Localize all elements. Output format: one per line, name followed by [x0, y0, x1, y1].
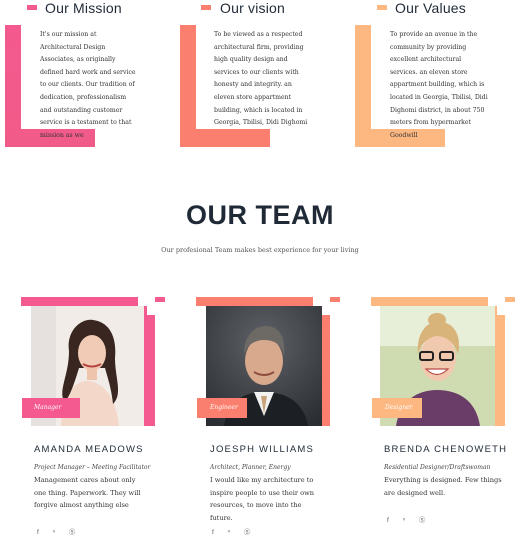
values-accent-bar: [377, 5, 387, 10]
vision-accent-bar: [201, 5, 211, 10]
skype-icon[interactable]: Ⓢ: [419, 514, 426, 524]
twitter-icon[interactable]: ᵛ: [403, 517, 405, 524]
member-social: f ᵛ Ⓢ: [387, 514, 439, 524]
mission-text: It's our mission at Architectural Design…: [40, 31, 136, 139]
values-title: Our Values: [395, 0, 466, 16]
member-description: Everything is designed. Few things are d…: [384, 476, 502, 497]
team-subtitle: Our profesional Team makes best experien…: [161, 246, 359, 254]
member-name: AMANDA MEADOWS: [34, 444, 144, 455]
member-name: JOESPH WILLIAMS: [210, 444, 315, 455]
member-name: BRENDA CHENOWETH: [384, 444, 508, 455]
vision-title: Our vision: [220, 0, 286, 16]
skype-icon[interactable]: Ⓢ: [69, 526, 76, 536]
member-description: I would like my architecture to inspire …: [210, 476, 314, 522]
skype-icon[interactable]: Ⓢ: [244, 526, 251, 536]
values-text: To provide an avenue in the community by…: [390, 31, 488, 139]
mission-title: Our Mission: [45, 0, 122, 16]
vision-text: To be viewed as a respected architectura…: [214, 31, 308, 127]
twitter-icon[interactable]: ᵛ: [228, 529, 230, 536]
member-role: Residential Designer/Draftswoman: [384, 464, 491, 471]
member-tag: Manager: [34, 404, 62, 411]
member-social: f ᵛ Ⓢ: [212, 526, 264, 536]
member-role: Project Manager – Meeting Facilitator: [34, 464, 151, 471]
facebook-icon[interactable]: f: [37, 529, 39, 536]
member-social: f ᵛ Ⓢ: [37, 526, 89, 536]
member-description: Management cares about only one thing. P…: [34, 476, 141, 509]
facebook-icon[interactable]: f: [387, 517, 389, 524]
member-tag: Designer: [385, 404, 413, 411]
mission-accent-bar: [27, 5, 37, 10]
member-tag: Engineer: [210, 404, 238, 411]
facebook-icon[interactable]: f: [212, 529, 214, 536]
twitter-icon[interactable]: ᵛ: [53, 529, 55, 536]
member-role: Architect, Planner, Energy: [210, 464, 291, 471]
team-title: OUR TEAM: [186, 200, 334, 230]
